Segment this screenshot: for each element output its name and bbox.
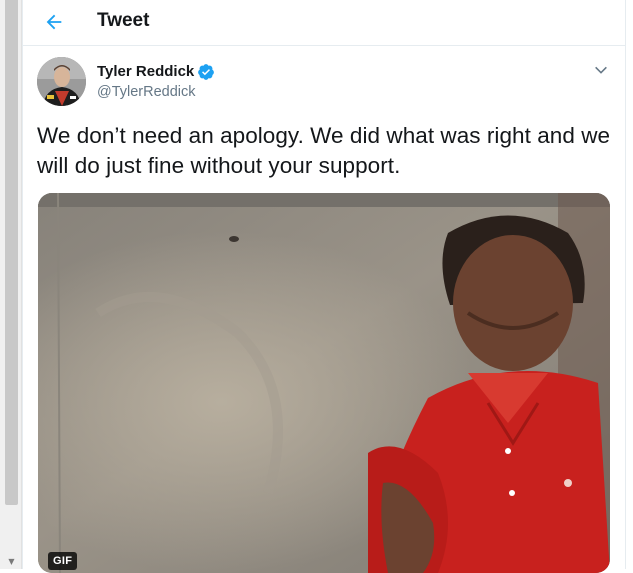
back-button[interactable] xyxy=(39,7,69,37)
scrollbar-thumb[interactable] xyxy=(5,0,18,505)
tweet-column: Tweet Tyler Reddick @TylerReddick We don… xyxy=(22,0,626,573)
tweet-media-gif[interactable]: GIF xyxy=(38,193,610,573)
page-title: Tweet xyxy=(97,10,150,31)
tweet-options-button[interactable] xyxy=(591,60,611,80)
author-handle[interactable]: @TylerReddick xyxy=(97,82,215,102)
gif-image xyxy=(38,193,610,573)
verified-badge-icon xyxy=(198,64,215,80)
scroll-down-arrow-icon[interactable]: ▼ xyxy=(5,557,18,567)
author-name[interactable]: Tyler Reddick xyxy=(97,62,194,82)
page-header: Tweet xyxy=(23,0,625,46)
chevron-down-icon xyxy=(595,66,607,74)
arrow-left-icon xyxy=(46,14,62,30)
tweet-text: We don’t need an apology. We did what wa… xyxy=(37,123,611,178)
tweet-author: Tyler Reddick @TylerReddick xyxy=(97,62,215,102)
avatar-image xyxy=(37,57,86,106)
gif-badge: GIF xyxy=(48,552,78,570)
avatar[interactable] xyxy=(37,57,86,106)
scrollbar-track[interactable]: ▼ xyxy=(0,0,22,569)
